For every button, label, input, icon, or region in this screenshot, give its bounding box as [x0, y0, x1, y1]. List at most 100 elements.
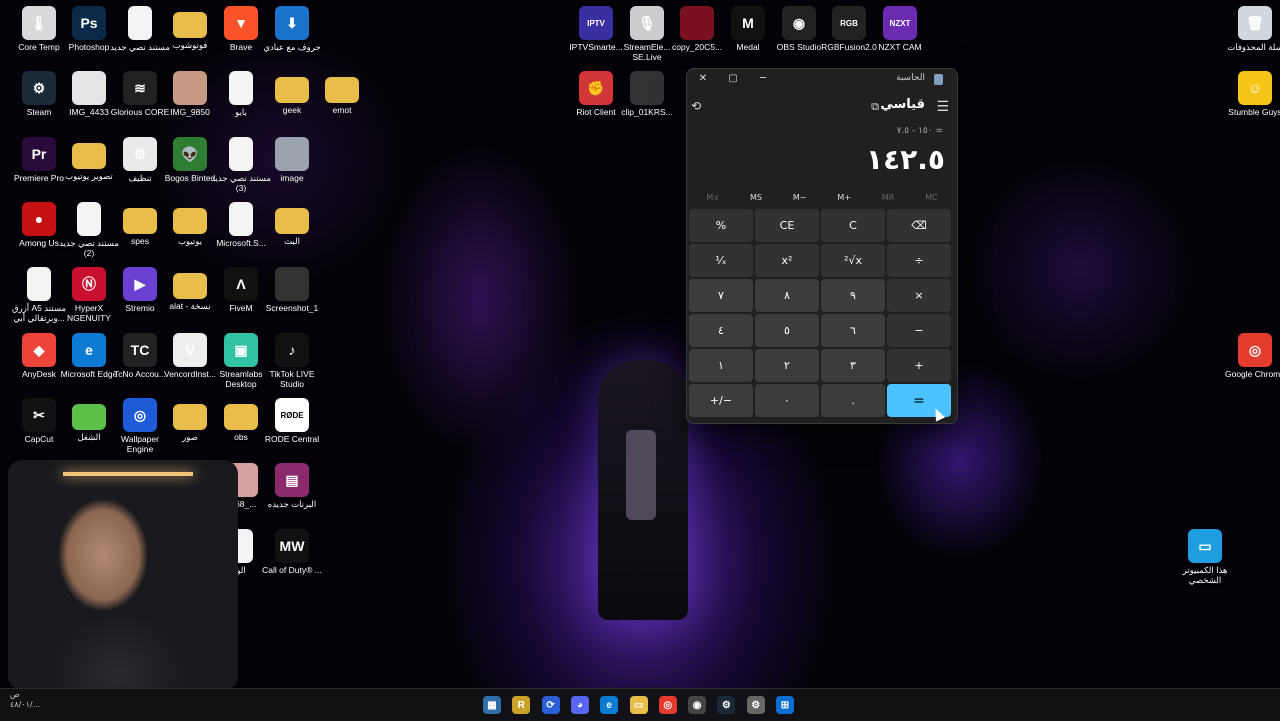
calculator-titlebar[interactable]: ✕ ▢ ─ الحاسبة — [687, 69, 957, 89]
stremio-icon: ▶ — [123, 267, 157, 301]
streamlabs-taskbar-icon[interactable]: ⟳ — [541, 696, 560, 714]
memory-button[interactable]: M− — [793, 193, 807, 202]
folder-icon — [275, 77, 309, 103]
desktop-icon-label: Call of Duty® ... — [262, 565, 322, 575]
calculator-key[interactable]: ٨ — [755, 279, 819, 312]
navigation-menu-icon[interactable]: ☰ — [936, 99, 949, 115]
desktop-icon-stumble-guys[interactable]: ☺ Stumble Guys — [1222, 71, 1280, 117]
this-pc-icon: ▭ — [1188, 529, 1222, 563]
desktop-icon-folder[interactable]: البث — [259, 202, 325, 246]
folder-icon — [275, 208, 309, 234]
desktop-icon-label: clip_01KRS... — [621, 107, 673, 117]
folder-icon — [173, 404, 207, 430]
download-icon: ⬇ — [275, 6, 309, 40]
riot-taskbar-icon[interactable]: R — [512, 696, 531, 714]
calculator-key[interactable]: CE — [755, 209, 819, 242]
obs-icon: ◉ — [782, 6, 816, 40]
folder-icon — [224, 404, 258, 430]
calculator-key[interactable]: ¹⁄ₓ — [689, 244, 753, 277]
memory-buttons-row: M∨ MS M− M+ MR MC — [691, 193, 953, 202]
desktop-icon-tiktok[interactable]: ♪ TikTok LIVE Studio — [259, 333, 325, 389]
anydesk-icon: ◆ — [22, 333, 56, 367]
calculator-key[interactable]: ٠ — [755, 384, 819, 417]
keep-on-top-icon[interactable]: ⧉ — [871, 100, 879, 114]
webcam-background-light — [63, 472, 193, 476]
desktop-icon-video-file[interactable]: clip_01KRS... — [614, 71, 680, 117]
close-icon[interactable]: ✕ — [689, 71, 717, 87]
desktop-icon-recycle-bin[interactable]: 🗑 سلة المحذوفات — [1222, 6, 1280, 52]
chrome-taskbar-icon[interactable]: ◎ — [658, 696, 677, 714]
calculator-key[interactable]: ١ — [689, 349, 753, 382]
wallpaper-character — [598, 360, 688, 620]
calculator-key[interactable]: % — [689, 209, 753, 242]
calculator-key[interactable]: ²√x — [821, 244, 885, 277]
calculator-key[interactable]: +/− — [689, 384, 753, 417]
desktop-icon-cod[interactable]: MW Call of Duty® ... — [259, 529, 325, 575]
memory-button: MC — [925, 193, 938, 202]
calculator-key[interactable]: ٦ — [821, 314, 885, 347]
maximize-icon[interactable]: ▢ — [719, 71, 747, 87]
calculator-key[interactable]: ⌫ — [887, 209, 951, 242]
document-icon — [229, 202, 253, 236]
desktop-icon-folder[interactable]: emot — [309, 71, 375, 115]
calculator-window[interactable]: ✕ ▢ ─ الحاسبة ⟲ ⧉ قياسي ☰ ١٥٠ - ٧.٥ = ١٤… — [686, 68, 958, 424]
riot-icon: ✊ — [579, 71, 613, 105]
streamelements-icon: 🎙 — [630, 6, 664, 40]
document-icon — [229, 137, 253, 171]
calculator-key[interactable]: × — [887, 279, 951, 312]
folder-icon — [173, 12, 207, 38]
calculator-key[interactable]: ٩ — [821, 279, 885, 312]
calculator-key[interactable]: C — [821, 209, 885, 242]
memory-button: MR — [881, 193, 895, 202]
desktop-icon-label: image — [280, 173, 304, 183]
calculator-key[interactable]: ÷ — [887, 244, 951, 277]
desktop-icon-label: NZXT CAM — [878, 42, 922, 52]
desktop-icon-label: البرنات جديده — [267, 499, 317, 509]
calculator-key[interactable]: − — [887, 314, 951, 347]
edge-taskbar-icon[interactable]: e — [600, 696, 619, 714]
iptv-icon: IPTV — [579, 6, 613, 40]
desktop-icon-rode[interactable]: RØDE RODE Central — [259, 398, 325, 444]
desktop-icon-label: Screenshot_1 — [265, 303, 319, 313]
clock-date: ٤٨/٠١/... — [10, 700, 41, 709]
capcut-icon: ✂ — [22, 398, 56, 432]
calculator-key[interactable]: ٣ — [821, 349, 885, 382]
desktop-icon-chrome[interactable]: ◎ Google Chrome — [1222, 333, 1280, 379]
desktop-icon-label: Google Chrome — [1224, 369, 1280, 379]
recycle-bin-icon: 🗑 — [1238, 6, 1272, 40]
start-menu-icon[interactable]: ⊞ — [776, 696, 794, 714]
image-file-icon — [275, 267, 309, 301]
glorious-icon: ≋ — [123, 71, 157, 105]
desktop-icon-nzxt[interactable]: NZXT NZXT CAM — [867, 6, 933, 52]
desktop-icon-download[interactable]: ⬇ حروف مع عبادي — [259, 6, 325, 52]
history-icon[interactable]: ⟲ — [691, 99, 701, 113]
minimize-icon[interactable]: ─ — [749, 71, 777, 87]
calculator-key[interactable]: . — [821, 384, 885, 417]
folder-icon — [123, 208, 157, 234]
desktop-icon-image-file[interactable]: image — [259, 137, 325, 183]
file-explorer-taskbar-icon[interactable]: ▭ — [629, 696, 648, 714]
desktop-icon-this-pc[interactable]: ▭ هذا الكمبيوتر الشخصي — [1172, 529, 1238, 585]
calculator-key[interactable]: ٤ — [689, 314, 753, 347]
settings-taskbar-icon[interactable]: ⚙ — [746, 696, 765, 714]
desktop-icon-image-file[interactable]: Screenshot_1 — [259, 267, 325, 313]
desktop-icon-winrar[interactable]: ▤ البرنات جديده — [259, 463, 325, 509]
video-file-icon — [630, 71, 664, 105]
webcam-overlay — [8, 460, 238, 690]
video-file-icon — [680, 6, 714, 40]
brave-icon: ▼ — [224, 6, 258, 40]
calculator-key[interactable]: + — [887, 349, 951, 382]
calculator-key[interactable]: ٢ — [755, 349, 819, 382]
tiktok-icon: ♪ — [275, 333, 309, 367]
calculator-key[interactable]: ٧ — [689, 279, 753, 312]
memory-button[interactable]: M+ — [837, 193, 851, 202]
obs-taskbar-icon[interactable]: ◉ — [688, 696, 707, 714]
memory-button[interactable]: MS — [750, 193, 762, 202]
calculator-taskbar-icon[interactable]: ▦ — [483, 696, 501, 714]
calculator-key[interactable]: x² — [755, 244, 819, 277]
steam-taskbar-icon[interactable]: ⚙ — [717, 696, 736, 714]
calculator-key[interactable]: ٥ — [755, 314, 819, 347]
taskbar-clock[interactable]: ص ٤٨/٠١/... — [10, 690, 40, 710]
discord-taskbar-icon[interactable]: ◕ — [570, 696, 589, 714]
alien-icon: 👽 — [173, 137, 207, 171]
